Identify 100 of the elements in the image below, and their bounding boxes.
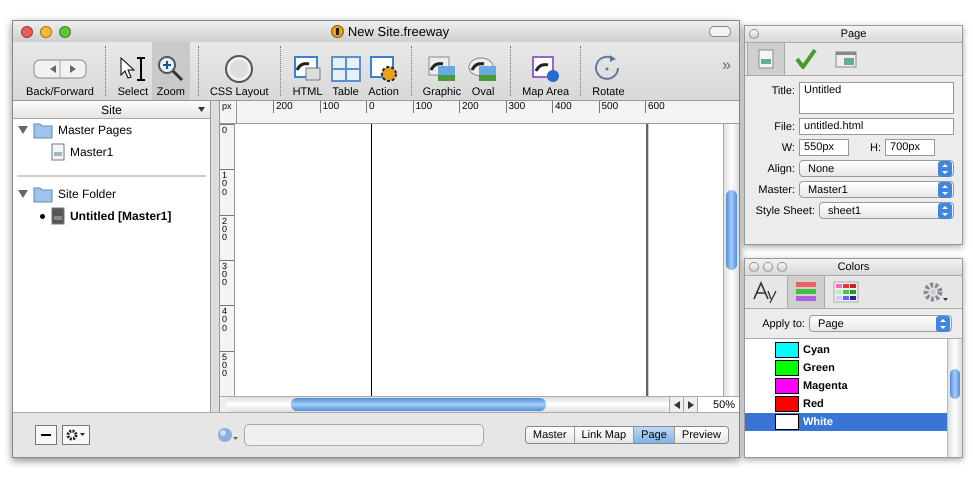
toolbar-button[interactable]: Rotate	[589, 42, 628, 100]
palette-grid-icon	[832, 281, 860, 303]
ruler-label: 500	[598, 101, 645, 113]
tree-item[interactable]: Master1	[70, 145, 114, 159]
toolbar-toggle-button[interactable]	[709, 26, 731, 37]
ruler-label: 600	[645, 101, 692, 113]
toolbar-button[interactable]: Zoom	[152, 42, 190, 100]
left-arrow-icon	[674, 400, 680, 408]
ruler-label: 400	[222, 307, 227, 332]
close-button[interactable]	[749, 29, 759, 39]
disclosure-triangle-icon[interactable]	[18, 189, 28, 199]
gear-badge-icon	[368, 54, 400, 84]
field-label: H:	[869, 141, 881, 154]
panel-title: Colors	[836, 261, 870, 273]
toolbar-button[interactable]: Select	[114, 42, 152, 100]
toolbar-button[interactable]: CSS Layout	[206, 42, 272, 100]
minimize-button[interactable]	[40, 26, 52, 38]
zoom-button[interactable]	[777, 262, 787, 272]
toolbar-button[interactable]: Back/Forward	[23, 42, 97, 100]
field-label: Style Sheet:	[754, 204, 815, 217]
text-field[interactable]: untitled.html	[799, 118, 954, 135]
toolbar-button[interactable]: Action	[364, 42, 403, 100]
toolbar-button[interactable]: Table	[326, 42, 365, 100]
close-button[interactable]	[21, 26, 33, 38]
ruler-label: 200	[273, 101, 320, 113]
ruler-label: 100	[320, 101, 366, 113]
close-button[interactable]	[749, 262, 759, 272]
vertical-scrollbar[interactable]	[723, 124, 739, 396]
ruler-label: 0	[222, 126, 227, 134]
dropdown[interactable]: None	[799, 160, 954, 177]
document-icon	[330, 25, 344, 38]
folder-icon	[33, 185, 53, 203]
dropdown[interactable]: Master1	[799, 181, 954, 198]
dropdown[interactable]: sheet1	[819, 202, 954, 219]
tree-item[interactable]: Untitled [Master1]	[70, 209, 172, 223]
view-tab[interactable]: Link Map	[574, 427, 634, 443]
remove-button[interactable]	[35, 425, 57, 445]
toolbar-button[interactable]: Map Area	[519, 42, 572, 100]
image-frame-icon	[426, 54, 458, 84]
ruler-label: 300	[222, 262, 227, 286]
pane-splitter[interactable]	[211, 101, 220, 412]
vertical-scrollbar[interactable]	[947, 339, 962, 457]
toolbar-overflow-button[interactable]: »	[714, 57, 739, 85]
text-field[interactable]: 700px	[885, 139, 935, 156]
color-row[interactable]: Green	[745, 359, 947, 377]
color-row[interactable]: Cyan	[745, 341, 947, 359]
field-label: Align:	[766, 162, 795, 175]
toolbar-button[interactable]: Oval	[464, 42, 502, 100]
horizontal-scrollbar[interactable]	[226, 397, 669, 412]
field-label: Title:	[770, 84, 795, 97]
dropdown[interactable]: Page	[809, 315, 952, 332]
view-tab[interactable]: Master	[526, 427, 574, 443]
minimize-button[interactable]	[763, 262, 773, 272]
stepper-arrows-icon	[938, 202, 952, 218]
text-field[interactable]: 550px	[799, 139, 849, 156]
stepper-arrows-icon	[938, 182, 952, 198]
zoom-button[interactable]	[59, 26, 71, 38]
current-page-dot	[40, 214, 44, 218]
field-label: W:	[780, 141, 795, 154]
gear-icon	[66, 429, 86, 441]
ruler-label: 100	[222, 171, 227, 196]
ruler-label: 100	[412, 101, 459, 113]
tree-item[interactable]: Master Pages	[58, 123, 132, 137]
view-tab[interactable]: Page	[633, 427, 674, 443]
ruler-label: 500	[222, 352, 227, 377]
ruler-label: 0	[366, 101, 412, 113]
ruler-label: 200	[459, 101, 506, 113]
page-icon	[51, 207, 65, 225]
globe-icon[interactable]	[217, 427, 239, 443]
field-label: Master:	[757, 183, 795, 196]
page-icon	[51, 143, 65, 161]
zoom-dropdown[interactable]: 50%	[697, 397, 739, 412]
field-label: File:	[773, 120, 795, 133]
title-field[interactable]: Untitled	[799, 82, 954, 114]
disclosure-triangle-icon[interactable]	[18, 125, 28, 135]
color-row[interactable]: Magenta	[745, 377, 947, 395]
scroll-right-button[interactable]	[683, 397, 697, 412]
dropdown-arrow-icon	[198, 107, 205, 112]
status-field[interactable]	[244, 424, 484, 446]
action-menu-button[interactable]	[62, 425, 90, 445]
scroll-left-button[interactable]	[669, 397, 683, 412]
toolbar-button[interactable]: Graphic	[420, 42, 464, 100]
toolbar-button[interactable]: HTML	[288, 42, 327, 100]
minus-icon	[41, 434, 51, 436]
stepper-arrows-icon	[938, 160, 952, 176]
gear-icon	[921, 281, 949, 303]
stepper-arrows-icon	[936, 316, 950, 332]
field-label: Apply to:	[761, 318, 805, 330]
ruler-label: 200	[222, 216, 227, 241]
table-grid-icon	[330, 54, 362, 84]
layout-icon	[835, 49, 857, 69]
panel-title: Page	[840, 28, 868, 40]
view-tab[interactable]: Preview	[674, 427, 728, 443]
ruler-label: 300	[506, 101, 552, 113]
globe-frame-icon	[530, 54, 562, 84]
color-row[interactable]: Red	[745, 395, 947, 413]
tree-item[interactable]: Site Folder	[58, 187, 116, 201]
right-arrow-icon	[688, 400, 694, 408]
sidebar-header[interactable]: Site	[13, 101, 210, 119]
color-row[interactable]: White	[745, 413, 947, 431]
